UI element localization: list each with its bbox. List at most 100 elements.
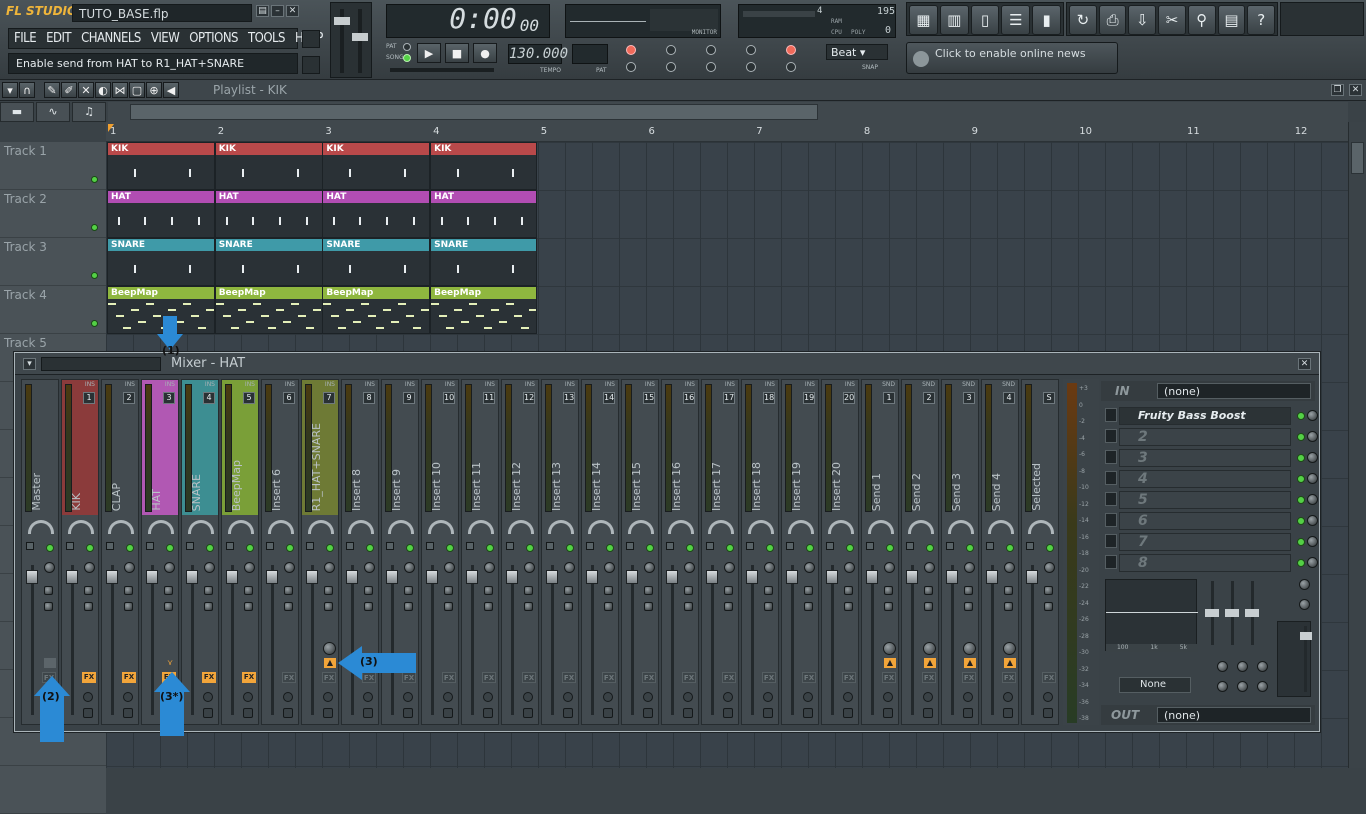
mixer-strip[interactable]: INS 18 Insert 18 FX: [741, 379, 779, 725]
strip-header[interactable]: Master: [22, 380, 58, 515]
swap-icon[interactable]: [244, 586, 253, 595]
piano-roll-icon[interactable]: ▯: [970, 5, 1000, 35]
record-arm-icon[interactable]: [723, 692, 733, 702]
record-arm-icon[interactable]: [843, 692, 853, 702]
routing-arrow-icon[interactable]: [786, 542, 794, 550]
send-toggle[interactable]: ▲: [1004, 658, 1016, 668]
pattern-clip[interactable]: HAT: [430, 190, 538, 238]
mixer-strip[interactable]: INS 17 Insert 17 FX: [701, 379, 739, 725]
strip-enable-led[interactable]: [526, 544, 534, 552]
mixer-strip[interactable]: INS 19 Insert 19 FX: [781, 379, 819, 725]
fx-button[interactable]: FX: [802, 672, 816, 683]
metronome-toggle[interactable]: [626, 62, 636, 72]
mixer-strip[interactable]: INS 14 Insert 14 FX: [581, 379, 619, 725]
swap-icon[interactable]: [364, 586, 373, 595]
swap-icon[interactable]: [604, 586, 613, 595]
routing-arrow-icon[interactable]: [626, 542, 634, 550]
volume-fader[interactable]: [866, 570, 878, 584]
routing-arrow-icon[interactable]: [906, 542, 914, 550]
phase-icon[interactable]: [724, 602, 733, 611]
tab-playlist-icon[interactable]: ▬: [0, 102, 34, 122]
swap-icon[interactable]: [564, 586, 573, 595]
fx-slot-menu-icon[interactable]: [1105, 471, 1117, 485]
strip-enable-led[interactable]: [686, 544, 694, 552]
strip-enable-led[interactable]: [806, 544, 814, 552]
mixer-strip[interactable]: S Selected FX: [1021, 379, 1059, 725]
send-toggle[interactable]: ▲: [884, 658, 896, 668]
play-button[interactable]: ▶: [417, 43, 441, 63]
swap-icon[interactable]: [1004, 586, 1013, 595]
fx-button[interactable]: FX: [642, 672, 656, 683]
swap-icon[interactable]: [724, 586, 733, 595]
mixer-strip[interactable]: Master FX: [21, 379, 59, 725]
routing-arrow-icon[interactable]: [186, 542, 194, 550]
eq-knob-1[interactable]: [1217, 661, 1228, 672]
strip-enable-led[interactable]: [886, 544, 894, 552]
record-arm-icon[interactable]: [883, 692, 893, 702]
input-select[interactable]: (none): [1157, 383, 1311, 399]
pan-knob[interactable]: [68, 520, 94, 534]
strip-enable-led[interactable]: [166, 544, 174, 552]
record-arm-icon[interactable]: [363, 692, 373, 702]
pan-knob[interactable]: [988, 520, 1014, 534]
strip-enable-led[interactable]: [246, 544, 254, 552]
track-header[interactable]: Track 3: [0, 238, 106, 286]
pan-knob[interactable]: [388, 520, 414, 534]
pattern-mode-radio[interactable]: [403, 43, 411, 51]
disk-icon[interactable]: [643, 708, 653, 718]
stereo-separation-knob[interactable]: [324, 562, 335, 573]
fx-button[interactable]: FX: [1042, 672, 1056, 683]
stereo-separation-knob[interactable]: [244, 562, 255, 573]
oscilloscope-display[interactable]: MONITOR: [565, 4, 721, 38]
routing-arrow-icon[interactable]: [66, 542, 74, 550]
pan-knob[interactable]: [28, 520, 54, 534]
fx-button[interactable]: FX: [682, 672, 696, 683]
fx-slot-menu-icon[interactable]: [1105, 492, 1117, 506]
vscroll-thumb[interactable]: [1351, 142, 1364, 174]
phase-icon[interactable]: [124, 602, 133, 611]
disk-icon[interactable]: [83, 708, 93, 718]
pattern-clip[interactable]: HAT: [322, 190, 431, 238]
strip-header[interactable]: SND 1 Send 1: [862, 380, 898, 515]
swap-icon[interactable]: [764, 586, 773, 595]
routing-arrow-icon[interactable]: [306, 542, 314, 550]
strip-enable-led[interactable]: [126, 544, 134, 552]
record-arm-icon[interactable]: [403, 692, 413, 702]
stereo-separation-knob[interactable]: [1044, 562, 1055, 573]
fx-slot-mix-knob[interactable]: [1307, 494, 1318, 505]
pan-knob[interactable]: [108, 520, 134, 534]
reload-icon[interactable]: ↻: [1069, 5, 1097, 35]
record-arm-icon[interactable]: [923, 692, 933, 702]
swap-icon[interactable]: [44, 586, 53, 595]
track-header[interactable]: Track 4: [0, 286, 106, 334]
phase-icon[interactable]: [324, 602, 333, 611]
fx-button[interactable]: FX: [842, 672, 856, 683]
pattern-clip[interactable]: SNARE: [430, 238, 538, 286]
pan-knob[interactable]: [308, 520, 334, 534]
mixer-strip[interactable]: SND 4 Send 4 FX ▲: [981, 379, 1019, 725]
fx-slot[interactable]: 6: [1119, 512, 1291, 530]
stereo-separation-knob[interactable]: [164, 562, 175, 573]
routing-arrow-icon[interactable]: [986, 542, 994, 550]
mixer-strip[interactable]: INS 16 Insert 16 FX: [661, 379, 699, 725]
routing-arrow-icon[interactable]: [586, 542, 594, 550]
multilink-toggle[interactable]: [786, 45, 796, 55]
fx-slot-enable-led[interactable]: [1297, 412, 1305, 420]
swap-icon[interactable]: [684, 586, 693, 595]
tab-notes-icon[interactable]: ♫: [72, 102, 106, 122]
minimize-button[interactable]: –: [271, 5, 284, 17]
routing-arrow-icon[interactable]: [746, 542, 754, 550]
mixer-strip[interactable]: INS 1 KIK FX: [61, 379, 99, 725]
volume-fader[interactable]: [786, 570, 798, 584]
fx-button[interactable]: FX: [442, 672, 456, 683]
playlist-close-button[interactable]: ✕: [1349, 84, 1362, 96]
fx-button[interactable]: FX: [722, 672, 736, 683]
phase-icon[interactable]: [1004, 602, 1013, 611]
strip-header[interactable]: INS 3 HAT: [142, 380, 178, 515]
pan-knob[interactable]: [468, 520, 494, 534]
record-button[interactable]: ●: [473, 43, 497, 63]
routing-arrow-icon[interactable]: [946, 542, 954, 550]
fx-button[interactable]: FX: [762, 672, 776, 683]
pattern-clip[interactable]: SNARE: [322, 238, 431, 286]
fx-slot-enable-led[interactable]: [1297, 454, 1305, 462]
